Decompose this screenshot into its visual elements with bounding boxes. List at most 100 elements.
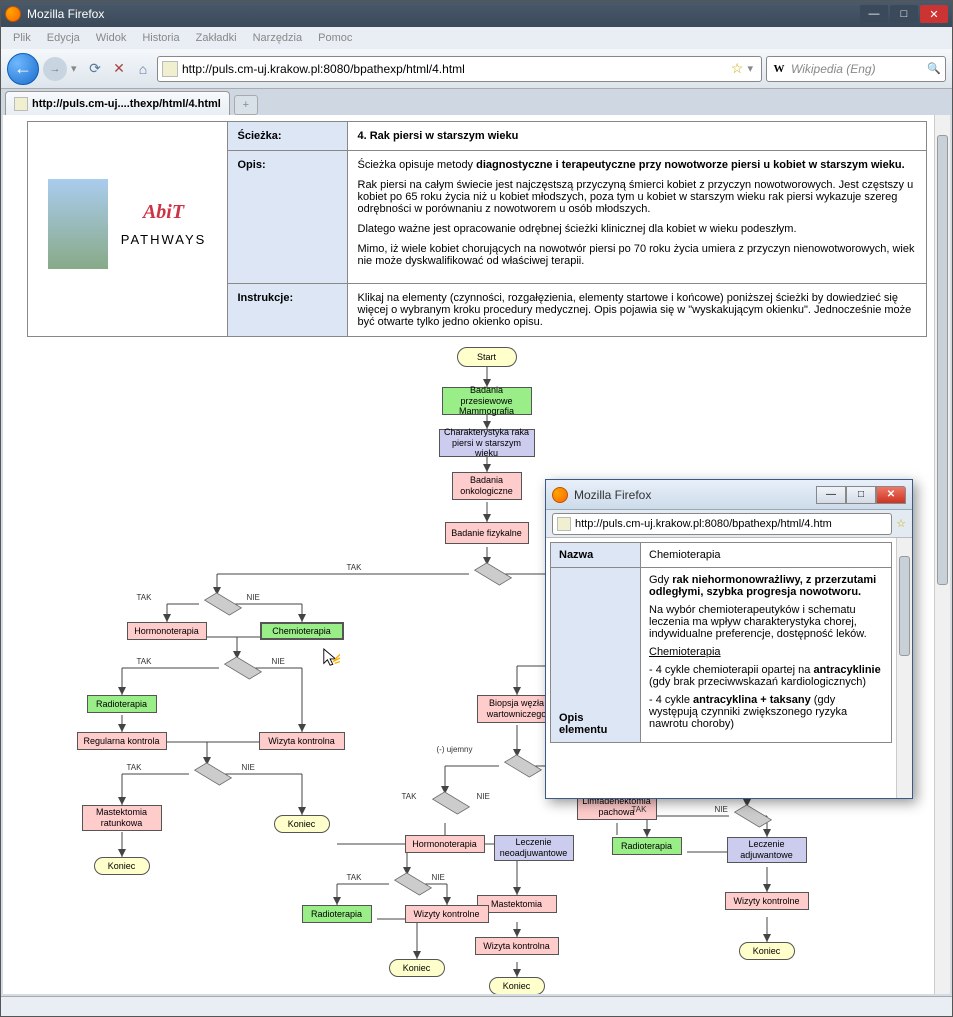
sciezka-value: 4. Rak piersi w starszym wieku [347, 122, 926, 151]
reload-button[interactable]: ⟳ [85, 59, 105, 79]
statusbar [1, 996, 952, 1016]
home-button[interactable]: ⌂ [133, 59, 153, 79]
popup-maximize-button[interactable]: □ [846, 486, 876, 504]
instrukcje-label: Instrukcje: [227, 284, 347, 337]
new-tab-button[interactable]: + [234, 95, 258, 115]
popup-opis-label: Opis elementu [551, 568, 641, 743]
minimize-button[interactable]: — [860, 5, 888, 23]
popup-nazwa-value: Chemioterapia [641, 543, 892, 568]
url-text: http://puls.cm-uj.krakow.pl:8080/bpathex… [182, 62, 731, 76]
menu-edycja[interactable]: Edycja [41, 30, 86, 46]
search-go-icon[interactable]: 🔍 [927, 62, 941, 75]
node-koniec-4[interactable]: Koniec [389, 959, 445, 977]
opis-cell: Ścieżka opisuje metody diagnostyczne i t… [347, 151, 926, 284]
wikipedia-icon: W [771, 61, 787, 77]
tab-page-icon [14, 97, 28, 111]
node-radioterapia-1[interactable]: Radioterapia [87, 695, 157, 713]
popup-url-text: http://puls.cm-uj.krakow.pl:8080/bpathex… [575, 518, 832, 530]
node-mastektomia[interactable]: Mastektomia [477, 895, 557, 913]
node-hormonoterapia-2[interactable]: Hormonoterapia [405, 835, 485, 853]
forward-button[interactable]: → [43, 57, 67, 81]
close-button[interactable]: ✕ [920, 5, 948, 23]
popup-close-button[interactable]: ✕ [876, 486, 906, 504]
decision-10[interactable] [733, 805, 771, 828]
decision-2[interactable] [203, 593, 241, 616]
node-badania-przesiewowe[interactable]: Badania przesiewowe Mammografia [442, 387, 532, 415]
node-chemioterapia[interactable]: Chemioterapia [260, 622, 344, 640]
menu-widok[interactable]: Widok [90, 30, 133, 46]
popup-body: Nazwa Chemioterapia Opis elementu Gdy ra… [546, 538, 896, 798]
popup-url-input[interactable]: http://puls.cm-uj.krakow.pl:8080/bpathex… [552, 513, 892, 535]
popup-scroll-thumb[interactable] [899, 556, 910, 656]
info-table: AbiT PATHWAYS Ścieżka: 4. Rak piersi w s… [27, 121, 927, 337]
node-leczenie-neoadjuwantowe[interactable]: Leczenie neoadjuwantowe [494, 835, 574, 861]
menu-zakladki[interactable]: Zakładki [190, 30, 243, 46]
node-regularna-kontrola[interactable]: Regularna kontrola [77, 732, 167, 750]
menu-pomoc[interactable]: Pomoc [312, 30, 358, 46]
firefox-icon [5, 6, 21, 22]
decision-8[interactable] [393, 873, 431, 896]
popup-titlebar: Mozilla Firefox — □ ✕ [546, 480, 912, 510]
popup-firefox-icon [552, 487, 568, 503]
decision-6[interactable] [503, 755, 541, 778]
node-badania-onkologiczne[interactable]: Badania onkologiczne [452, 472, 522, 500]
popup-opis-cell: Gdy rak niehormonowrażliwy, z przerzutam… [641, 568, 892, 743]
node-badanie-fizykalne[interactable]: Badanie fizykalne [445, 522, 529, 544]
decision-1[interactable] [473, 563, 511, 586]
search-placeholder: Wikipedia (Eng) [791, 62, 927, 76]
popup-scrollbar[interactable] [896, 538, 912, 798]
search-bar[interactable]: W Wikipedia (Eng) 🔍 [766, 56, 946, 82]
instrukcje-text: Klikaj na elementy (czynności, rozgałęzi… [347, 284, 926, 337]
menu-historia[interactable]: Historia [136, 30, 185, 46]
sciezka-label: Ścieżka: [227, 122, 347, 151]
popup-window: Mozilla Firefox — □ ✕ http://puls.cm-uj.… [545, 479, 913, 799]
node-mastektomia-ratunkowa[interactable]: Mastektomia ratunkowa [82, 805, 162, 831]
page-icon [162, 61, 178, 77]
scroll-thumb[interactable] [937, 135, 948, 585]
tab-strip: http://puls.cm-uj....thexp/html/4.html + [1, 89, 952, 115]
node-koniec-5[interactable]: Koniec [739, 942, 795, 960]
logo-abit: AbiT [121, 201, 207, 224]
popup-urlbar: http://puls.cm-uj.krakow.pl:8080/bpathex… [546, 510, 912, 538]
popup-nazwa-label: Nazwa [551, 543, 641, 568]
node-radioterapia-3[interactable]: Radioterapia [612, 837, 682, 855]
opis-label: Opis: [227, 151, 347, 284]
back-button[interactable]: ← [7, 53, 39, 85]
tab-label: http://puls.cm-uj....thexp/html/4.html [32, 98, 221, 110]
logo-image [48, 179, 108, 269]
node-koniec-2[interactable]: Koniec [94, 857, 150, 875]
node-koniec-1[interactable]: Koniec [274, 815, 330, 833]
popup-bookmark-star-icon[interactable]: ☆ [896, 517, 906, 530]
url-bar[interactable]: http://puls.cm-uj.krakow.pl:8080/bpathex… [157, 56, 762, 82]
node-charakterystyka[interactable]: Charakterystyka raka piersi w starszym w… [439, 429, 535, 457]
node-wizyty-kontrolne-2[interactable]: Wizyty kontrolne [725, 892, 809, 910]
popup-title: Mozilla Firefox [574, 488, 816, 502]
node-wizyty-kontrolne-1[interactable]: Wizyty kontrolne [405, 905, 489, 923]
node-radioterapia-2[interactable]: Radioterapia [302, 905, 372, 923]
main-titlebar: Mozilla Firefox — □ ✕ [1, 1, 952, 27]
bookmark-star-icon[interactable]: ☆ [731, 60, 744, 77]
cursor-icon [322, 647, 340, 669]
main-scrollbar[interactable] [934, 115, 950, 994]
node-start[interactable]: Start [457, 347, 517, 367]
popup-minimize-button[interactable]: — [816, 486, 846, 504]
logo-pathways: PATHWAYS [121, 232, 207, 247]
maximize-button[interactable]: □ [890, 5, 918, 23]
window-title: Mozilla Firefox [27, 7, 860, 21]
menubar: Plik Edycja Widok Historia Zakładki Narz… [1, 27, 952, 49]
menu-plik[interactable]: Plik [7, 30, 37, 46]
tab-active[interactable]: http://puls.cm-uj....thexp/html/4.html [5, 91, 230, 115]
menu-narzedzia[interactable]: Narzędzia [247, 30, 309, 46]
node-koniec-3[interactable]: Koniec [489, 977, 545, 994]
logo-cell: AbiT PATHWAYS [27, 122, 227, 337]
stop-button[interactable]: ✕ [109, 59, 129, 79]
node-wizyta-kontrolna-1[interactable]: Wizyta kontrolna [259, 732, 345, 750]
node-hormonoterapia-1[interactable]: Hormonoterapia [127, 622, 207, 640]
decision-3[interactable] [223, 657, 261, 680]
decision-4[interactable] [193, 763, 231, 786]
node-leczenie-adjuwantowe[interactable]: Leczenie adjuwantowe [727, 837, 807, 863]
popup-page-icon [557, 517, 571, 531]
decision-7[interactable] [431, 792, 469, 815]
node-wizyta-kontrolna-2[interactable]: Wizyta kontrolna [475, 937, 559, 955]
nav-toolbar: ← → ▾ ⟳ ✕ ⌂ http://puls.cm-uj.krakow.pl:… [1, 49, 952, 89]
